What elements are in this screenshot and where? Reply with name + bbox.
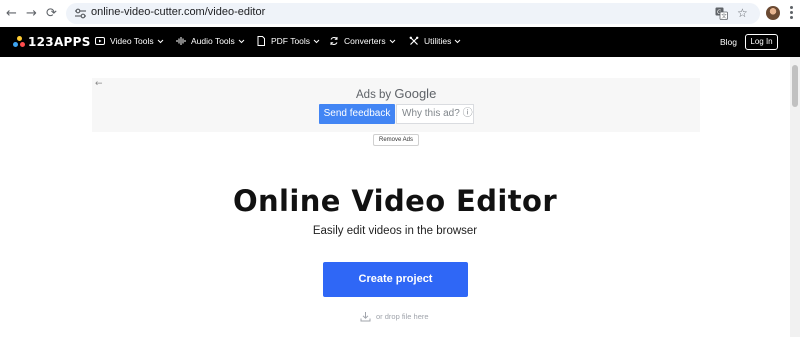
login-button[interactable]: Log In	[745, 34, 778, 50]
nav-video-tools[interactable]: Video Tools	[95, 36, 164, 46]
drop-file-label: or drop file here	[376, 312, 429, 321]
url-host: online-video-cutter.com	[91, 6, 205, 18]
browser-toolbar: ← → ⟳ online-video-cutter.com/video-edit…	[0, 0, 800, 27]
chevron-down-icon	[157, 39, 163, 43]
logo-dots-icon	[13, 35, 26, 49]
page-title: Online Video Editor	[232, 184, 558, 218]
address-bar[interactable]: online-video-cutter.com/video-editor G 文…	[66, 3, 760, 24]
nav-pdf-tools[interactable]: PDF Tools	[256, 36, 320, 46]
page-scrollbar[interactable]	[790, 57, 800, 337]
profile-avatar[interactable]	[766, 6, 780, 20]
nav-item-label: Converters	[344, 36, 386, 46]
reload-icon[interactable]: ⟳	[44, 6, 59, 21]
forward-icon[interactable]: →	[24, 6, 39, 21]
remove-ads-button[interactable]: Remove Ads	[373, 134, 419, 146]
browser-menu-icon[interactable]	[788, 5, 794, 21]
svg-text:文: 文	[721, 12, 727, 20]
ads-by-google-label: Ads by Google	[356, 86, 436, 101]
file-drop-zone[interactable]: or drop file here	[360, 311, 429, 322]
converters-icon	[330, 37, 338, 45]
utilities-icon	[409, 36, 419, 45]
google-wordmark: Google	[394, 86, 437, 101]
site-navbar: 123APPS Video Tools Audio Tools PDF Tool…	[0, 27, 800, 57]
scrollbar-thumb[interactable]	[792, 65, 798, 107]
url-text[interactable]: online-video-cutter.com/video-editor	[91, 6, 265, 18]
site-settings-icon[interactable]	[74, 7, 87, 20]
nav-audio-tools[interactable]: Audio Tools	[176, 36, 245, 46]
chevron-down-icon	[238, 39, 245, 43]
logo-text: 123APPS	[28, 35, 91, 49]
back-icon[interactable]: ←	[4, 6, 19, 21]
send-feedback-button[interactable]: Send feedback	[319, 104, 395, 124]
ad-back-arrow-icon[interactable]: ←	[95, 79, 103, 89]
why-this-ad-button[interactable]: Why this ad? ⓘ	[396, 104, 474, 124]
video-icon	[95, 37, 105, 45]
chevron-down-icon	[313, 39, 320, 43]
url-path: /video-editor	[204, 6, 266, 18]
bookmark-star-icon[interactable]: ☆	[737, 6, 748, 21]
ad-banner: ← Ads by Google Send feedback Why this a…	[92, 78, 700, 132]
site-logo[interactable]: 123APPS	[13, 35, 91, 49]
chevron-down-icon	[389, 39, 395, 43]
audio-wave-icon	[176, 37, 186, 45]
page-subtitle: Easily edit videos in the browser	[312, 225, 478, 237]
nav-item-label: Utilities	[424, 36, 452, 46]
blog-link[interactable]: Blog	[720, 37, 737, 47]
chevron-down-icon	[455, 39, 461, 43]
nav-item-label: PDF Tools	[271, 36, 311, 46]
nav-converters[interactable]: Converters	[329, 36, 396, 46]
pdf-file-icon	[257, 36, 265, 46]
download-icon	[360, 312, 371, 322]
ads-by-text: Ads by	[356, 89, 392, 101]
create-project-button[interactable]: Create project	[323, 262, 468, 297]
nav-item-label: Audio Tools	[191, 36, 235, 46]
nav-item-label: Video Tools	[110, 36, 154, 46]
translate-icon[interactable]: G 文	[715, 7, 728, 20]
nav-utilities[interactable]: Utilities	[409, 36, 461, 46]
